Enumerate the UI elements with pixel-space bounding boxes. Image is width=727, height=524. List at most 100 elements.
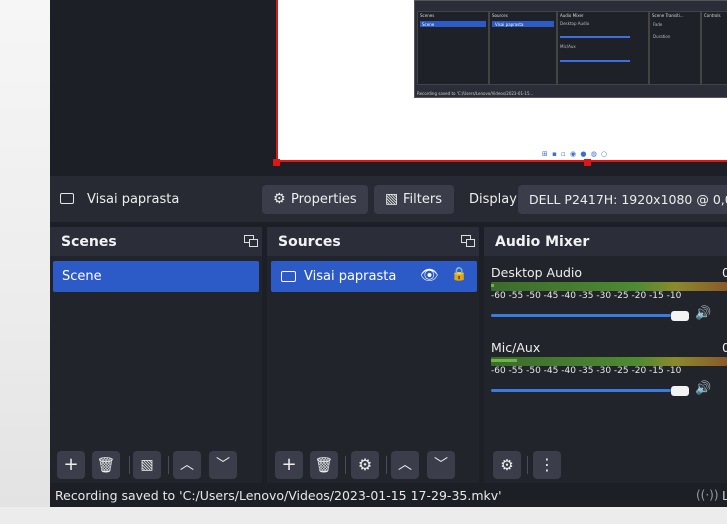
filters-button[interactable]: ▧ Filters [374,185,454,214]
sources-header: Sources [267,227,479,256]
move-scene-down-button[interactable]: ﹀ [209,451,237,479]
source-properties-button[interactable]: ⚙ [351,451,379,479]
mini-transitions-title: Scene Transiti... [652,13,684,18]
mini-mic-aux: Mic/Aux [560,44,576,49]
chevron-up-icon: ︿ [398,457,412,473]
sources-dock: Sources Visai paprasta 👁 🔒 + 🗑 ⚙ ︿ ﹀ [267,227,479,483]
kebab-menu-icon: ⋮ [539,455,555,474]
desktop-audio-volume-slider[interactable] [491,314,671,317]
toolbar-separator [527,456,528,474]
mini-duration: Duration [653,34,671,39]
toolbar-separator [345,456,346,474]
mini-scenes-panel: Scenes Scene [417,11,489,85]
gear-icon: ⚙ [357,455,373,474]
audio-mixer-dock: Audio Mixer Desktop Audio 0 -60 -55 -50 … [484,227,727,483]
desktop-audio-peak [491,284,494,287]
mini-source-label: Visai paprasta [495,22,524,27]
scenes-header: Scenes [50,227,262,256]
filters-icon: ▧ [385,191,399,207]
properties-button[interactable]: ⚙ Properties [262,185,368,214]
chevron-up-icon: ︿ [180,457,194,473]
speaker-icon[interactable]: 🔊 [695,381,711,396]
plus-icon: + [281,454,297,475]
source-item-label: Visai paprasta [304,269,397,284]
scene-item[interactable]: Scene [53,261,259,292]
preview-area[interactable]: Scenes Scene Sources Visai paprasta Audi… [50,0,727,176]
toolbar-separator [129,456,130,474]
audio-mixer-header: Audio Mixer [484,227,727,256]
desktop-background-bottom [0,507,727,524]
display-select[interactable]: DELL P2417H: 1920x1080 @ 0,0 (P [518,185,727,214]
gear-icon: ⚙ [273,191,286,207]
selected-source-name: Visai paprasta [87,192,180,207]
mini-slider-2 [560,60,630,62]
mini-mixer-title: Audio Mixer [560,13,584,18]
mic-aux-label: Mic/Aux [491,340,541,355]
toolbar-separator [386,456,387,474]
source-item[interactable]: Visai paprasta 👁 🔒 [271,261,477,292]
chevron-down-icon: ﹀ [434,457,448,473]
mini-desktop-audio: Desktop Audio [560,21,590,26]
mic-aux-slider-knob[interactable] [671,386,689,396]
mic-aux-meter [491,357,727,366]
mic-aux-peak [491,359,517,362]
desktop-audio-label: Desktop Audio [491,265,583,280]
desktop-audio-meter [491,282,727,291]
properties-label: Properties [291,192,357,207]
scene-item-label: Scene [62,269,102,284]
filters-label: Filters [403,192,442,207]
trash-icon: 🗑 [314,456,334,474]
add-scene-button[interactable]: + [57,451,85,479]
move-scene-up-button[interactable]: ︿ [173,451,201,479]
status-message: Recording saved to 'C:/Users/Lenovo/Vide… [55,488,502,503]
plus-icon: + [63,454,79,475]
mini-fade: Fade [653,22,663,27]
sources-title: Sources [278,234,341,250]
mixer-menu-button[interactable]: ⋮ [533,451,561,479]
mic-aux-volume-slider[interactable] [491,389,671,392]
undock-icon[interactable] [244,235,258,247]
mini-controls-panel: Controls [701,11,727,85]
preview-canvas[interactable]: Scenes Scene Sources Visai paprasta Audi… [276,0,727,162]
scene-filters-button[interactable]: ▧ [133,451,161,479]
status-bar: Recording saved to 'C:/Users/Lenovo/Vide… [50,484,727,507]
add-source-button[interactable]: + [275,451,303,479]
mini-scene-row: Scene [420,21,486,27]
chevron-down-icon: ﹀ [216,457,230,473]
mini-sources-panel: Sources Visai paprasta [489,11,557,85]
monitor-icon [60,193,74,204]
speaker-icon[interactable]: 🔊 [695,306,711,321]
resize-handle-bottom-center[interactable] [584,159,591,166]
mini-scenes-title: Scenes [420,13,435,18]
lock-icon[interactable]: 🔒 [451,267,467,282]
toolbar-separator [168,456,169,474]
network-icon: ((·)) [696,488,719,502]
status-right-fragment: L [722,488,727,503]
filters-icon: ▧ [140,457,154,473]
move-source-down-button[interactable]: ﹀ [427,451,455,479]
mini-scene-label: Scene [422,22,435,27]
nested-obs-preview: Scenes Scene Sources Visai paprasta Audi… [414,0,727,98]
desktop-audio-level: 0 [722,265,727,280]
gears-icon: ⚙ [500,456,514,474]
display-label: Display [469,192,517,207]
mic-aux-scale: -60 -55 -50 -45 -40 -35 -30 -25 -20 -15 … [491,366,682,376]
advanced-audio-properties-button[interactable]: ⚙ [493,451,521,479]
obs-window: Scenes Scene Sources Visai paprasta Audi… [50,0,727,507]
mini-transitions-panel: Scene Transiti... Fade Duration [649,11,701,85]
desktop-audio-scale: -60 -55 -50 -45 -40 -35 -30 -25 -20 -15 … [491,291,682,301]
remove-scene-button[interactable]: 🗑 [92,451,120,479]
monitor-icon [281,271,296,282]
move-source-up-button[interactable]: ︿ [391,451,419,479]
remove-source-button[interactable]: 🗑 [310,451,338,479]
scenes-dock: Scenes Scene + 🗑 ▧ ︿ ﹀ [50,227,262,483]
resize-handle-bottom-left[interactable] [273,159,280,166]
trash-icon: 🗑 [96,456,116,474]
undock-icon[interactable] [461,235,475,247]
desktop-background [0,0,50,524]
eye-icon[interactable]: 👁 [420,266,439,284]
preview-taskbar-icons: ⊞ ▪ ▫ ◉ ● ◍ ○ [542,150,609,158]
mic-aux-level: 0 [722,340,727,355]
display-select-value: DELL P2417H: 1920x1080 @ 0,0 (P [529,192,727,207]
desktop-audio-slider-knob[interactable] [671,311,689,321]
